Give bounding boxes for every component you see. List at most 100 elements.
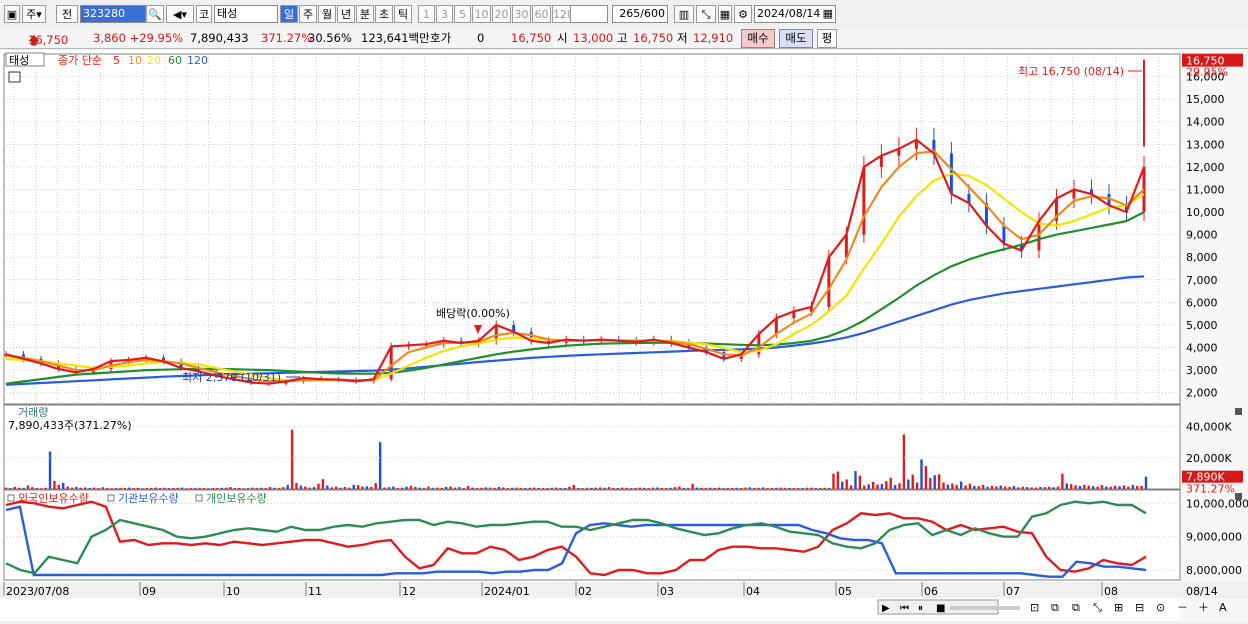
trend-icon[interactable]: ⤡ bbox=[696, 5, 716, 23]
volume-title: 거래량 bbox=[18, 406, 48, 419]
hoga-value: 0 bbox=[477, 31, 485, 45]
volume-bar bbox=[185, 488, 188, 489]
volume-bar bbox=[224, 487, 228, 489]
tool-9-icon[interactable]: ＋ bbox=[1198, 601, 1209, 614]
period-2-button[interactable]: 주 bbox=[299, 5, 317, 23]
volume-bar bbox=[462, 487, 465, 489]
volume-bar bbox=[757, 487, 760, 489]
period-7-button[interactable]: 틱 bbox=[394, 5, 412, 23]
volume-bar bbox=[876, 484, 879, 489]
tick-5-button[interactable]: 5 bbox=[454, 5, 471, 23]
volume-bar bbox=[995, 486, 998, 489]
tool-10-icon[interactable]: A bbox=[1219, 601, 1227, 614]
tool-8-icon[interactable]: － bbox=[1177, 601, 1188, 614]
volume-bar bbox=[621, 487, 624, 489]
avg-button[interactable]: 평 bbox=[817, 29, 837, 48]
tick-1-button[interactable]: 1 bbox=[418, 5, 435, 23]
volume-bar bbox=[92, 487, 96, 489]
volume-bar bbox=[519, 487, 523, 489]
tick-20-button[interactable]: 20 bbox=[492, 5, 511, 23]
volume-bar bbox=[832, 473, 835, 489]
volume-bar bbox=[770, 487, 774, 489]
volume-bar bbox=[220, 487, 223, 489]
blank-select[interactable] bbox=[570, 5, 608, 23]
volume-bar bbox=[1012, 486, 1016, 489]
market-select[interactable]: 주▾ bbox=[22, 5, 46, 23]
volume-bar bbox=[1047, 486, 1051, 489]
volume-bar bbox=[440, 487, 443, 489]
volume-bar bbox=[119, 487, 122, 489]
search-icon[interactable]: 🔍 bbox=[146, 5, 164, 23]
hoga-label: 호가 bbox=[430, 31, 452, 45]
period-6-button[interactable]: 초 bbox=[375, 5, 393, 23]
volume-bar bbox=[739, 488, 743, 489]
calendar-icon[interactable]: ▦ bbox=[823, 6, 833, 22]
last-change-label: 29.95% bbox=[1186, 66, 1228, 79]
volume-bar bbox=[123, 487, 127, 489]
volume-y-label: 40,000K bbox=[1186, 421, 1232, 434]
scroll-3-button[interactable]: ⏸ bbox=[918, 603, 923, 614]
prev-button[interactable]: 전 bbox=[56, 5, 78, 23]
up-arrow-icon: 🡅 bbox=[28, 33, 40, 47]
period-5-button[interactable]: 분 bbox=[356, 5, 374, 23]
tool-3-icon[interactable]: ⧉ bbox=[1072, 601, 1080, 614]
volume-bar bbox=[691, 483, 694, 489]
volume-bar bbox=[880, 484, 884, 489]
volume-bar bbox=[101, 487, 105, 489]
tick-30-button[interactable]: 30 bbox=[512, 5, 531, 23]
tick-60-button[interactable]: 60 bbox=[532, 5, 551, 23]
volume-bar bbox=[180, 487, 184, 489]
chart-type-icon[interactable]: ▥ bbox=[674, 5, 694, 23]
period-3-button[interactable]: 월 bbox=[318, 5, 336, 23]
tool-7-icon[interactable]: ⊙ bbox=[1156, 601, 1165, 614]
volume-bar bbox=[414, 486, 417, 489]
volume-bar bbox=[475, 488, 479, 489]
y-tick-label: 2,000 bbox=[1186, 387, 1218, 400]
volume-bar bbox=[70, 487, 74, 489]
sell-button[interactable]: 매도 bbox=[779, 29, 813, 48]
volume-bar bbox=[937, 474, 941, 489]
volume-bar bbox=[458, 487, 461, 489]
gear-icon[interactable]: ⚙ bbox=[734, 5, 752, 23]
volume-bar bbox=[915, 482, 919, 489]
dividend-annotation: 배당락(0.00%) bbox=[436, 307, 510, 320]
volume-bar bbox=[356, 485, 360, 489]
volume-bar bbox=[1030, 487, 1033, 489]
code-input[interactable]: 323280 bbox=[80, 5, 146, 23]
buy-button[interactable]: 매수 bbox=[741, 29, 775, 48]
tool-2-icon[interactable]: ⧉ bbox=[1051, 601, 1059, 614]
scroll-1-button[interactable]: ▶ bbox=[882, 603, 890, 614]
volume-bar bbox=[207, 488, 210, 489]
volume-bar bbox=[612, 487, 615, 489]
speaker-icon[interactable]: ◀▾ bbox=[166, 5, 194, 23]
layout-icon[interactable]: ▣ bbox=[4, 5, 20, 23]
volume-bar bbox=[48, 451, 52, 489]
tool-5-icon[interactable]: ⊞ bbox=[1114, 601, 1123, 614]
period-1-button[interactable]: 일 bbox=[280, 5, 298, 23]
volume-bar bbox=[836, 471, 840, 489]
volume-bar bbox=[264, 488, 267, 489]
volume-bar bbox=[400, 487, 404, 489]
y-tick-label: 10,000 bbox=[1186, 206, 1225, 219]
stock-name-field[interactable]: 태성 bbox=[214, 5, 278, 23]
volume-bar bbox=[466, 486, 470, 489]
ma-legend-prefix: 종가 단순 bbox=[58, 54, 102, 67]
volume-subtitle: 7,890,433주(371.27%) bbox=[8, 419, 132, 432]
volume-bar bbox=[805, 487, 809, 489]
period-4-button[interactable]: 년 bbox=[337, 5, 355, 23]
scroll-2-button[interactable]: ⏮ bbox=[900, 603, 909, 614]
candle-body bbox=[827, 257, 831, 307]
count-field[interactable]: 265/600 bbox=[612, 5, 668, 23]
tool-1-icon[interactable]: ⊡ bbox=[1030, 601, 1039, 614]
volume-bar bbox=[717, 487, 721, 489]
tool-4-icon[interactable]: ⤡ bbox=[1093, 601, 1102, 614]
volume-bar bbox=[1003, 486, 1007, 489]
scroll-4-button[interactable]: ■ bbox=[936, 603, 945, 614]
tool-6-icon[interactable]: ⊟ bbox=[1135, 601, 1144, 614]
ma-legend-5: 5 bbox=[113, 54, 120, 67]
tick-3-button[interactable]: 3 bbox=[436, 5, 453, 23]
tick-10-button[interactable]: 10 bbox=[472, 5, 491, 23]
compare-icon[interactable]: ▦ bbox=[718, 5, 732, 23]
market-kr-label[interactable]: 코 bbox=[196, 5, 212, 23]
date-field[interactable]: 2024/08/14 ▦ bbox=[754, 5, 836, 23]
